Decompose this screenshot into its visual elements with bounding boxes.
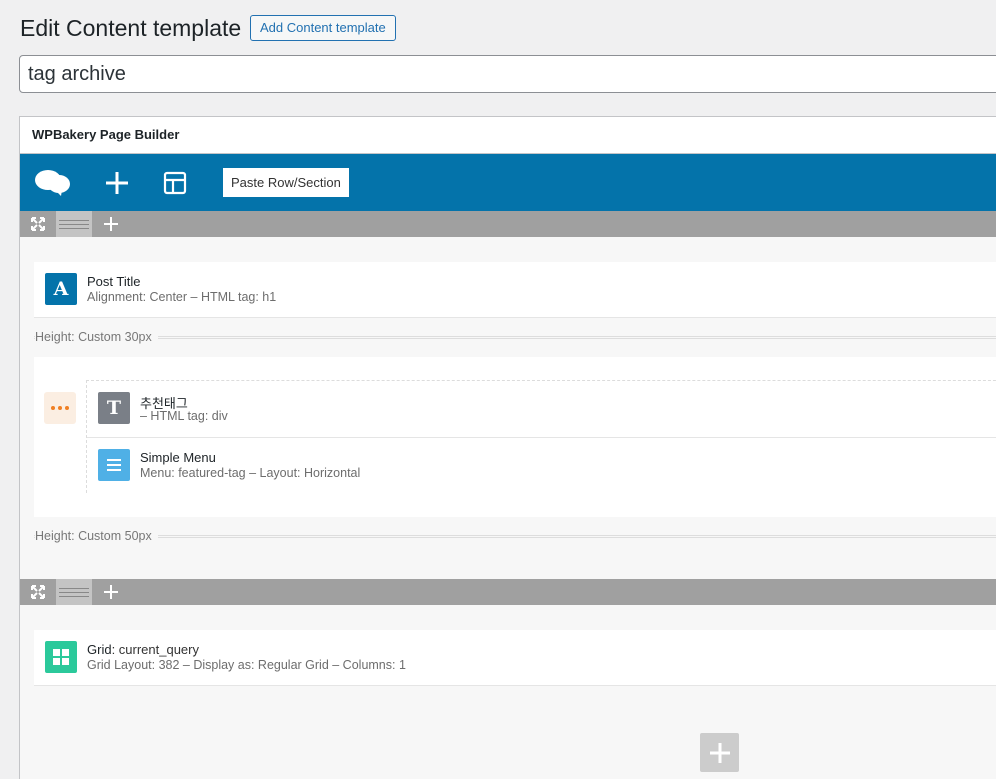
- add-element-icon[interactable]: [102, 154, 132, 211]
- separator-label: Height: Custom 30px: [35, 327, 158, 347]
- page-title: Edit Content template: [20, 15, 242, 41]
- menu-icon: [98, 449, 130, 481]
- element-name: Post Title: [87, 274, 141, 289]
- add-content-template-button[interactable]: Add Content template: [250, 15, 396, 41]
- grid-element[interactable]: Grid: current_query Grid Layout: 382 – D…: [34, 630, 996, 686]
- simple-menu-element[interactable]: Simple Menu Menu: featured-tag – Layout:…: [87, 437, 996, 493]
- builder-navbar: Paste Row/Section: [20, 154, 996, 211]
- wpbakery-postbox: WPBakery Page Builder Paste Row/Section …: [19, 116, 996, 779]
- element-params: Alignment: Center – HTML tag: h1: [87, 290, 277, 304]
- post-title-element[interactable]: A Post Title Alignment: Center – HTML ta…: [34, 262, 996, 318]
- element-params: Menu: featured-tag – Layout: Horizontal: [140, 466, 361, 480]
- expand-icon[interactable]: [25, 211, 51, 237]
- title-input[interactable]: [19, 55, 996, 93]
- row-drag-handle[interactable]: [56, 579, 92, 605]
- element-name: Grid: current_query: [87, 642, 199, 657]
- inner-row[interactable]: T 추천태그 – HTML tag: div Simple Menu Menu:…: [34, 357, 996, 517]
- expand-icon[interactable]: [25, 579, 51, 605]
- element-name: Simple Menu: [140, 450, 216, 465]
- row-controls: [20, 579, 996, 605]
- templates-icon[interactable]: [160, 154, 190, 211]
- grid-icon: [45, 641, 77, 673]
- post-title-icon: A: [45, 273, 77, 305]
- add-column-icon[interactable]: [98, 579, 124, 605]
- add-row-button[interactable]: [700, 733, 739, 772]
- inner-column: T 추천태그 – HTML tag: div Simple Menu Menu:…: [86, 380, 996, 493]
- paste-row-button[interactable]: Paste Row/Section: [223, 168, 349, 197]
- element-params: – HTML tag: div: [140, 409, 228, 423]
- text-element[interactable]: T 추천태그 – HTML tag: div: [87, 381, 996, 437]
- empty-space-element[interactable]: Height: Custom 30px: [34, 327, 996, 347]
- row-drag-handle[interactable]: [56, 211, 92, 237]
- separator-label: Height: Custom 50px: [35, 526, 158, 546]
- more-options-icon[interactable]: [44, 392, 76, 424]
- add-column-icon[interactable]: [98, 211, 124, 237]
- empty-space-element[interactable]: Height: Custom 50px: [34, 526, 996, 546]
- row-controls: [20, 211, 996, 237]
- wpbakery-logo-icon[interactable]: [33, 154, 73, 211]
- text-icon: T: [98, 392, 130, 424]
- postbox-title[interactable]: WPBakery Page Builder: [20, 117, 996, 154]
- element-params: Grid Layout: 382 – Display as: Regular G…: [87, 658, 406, 672]
